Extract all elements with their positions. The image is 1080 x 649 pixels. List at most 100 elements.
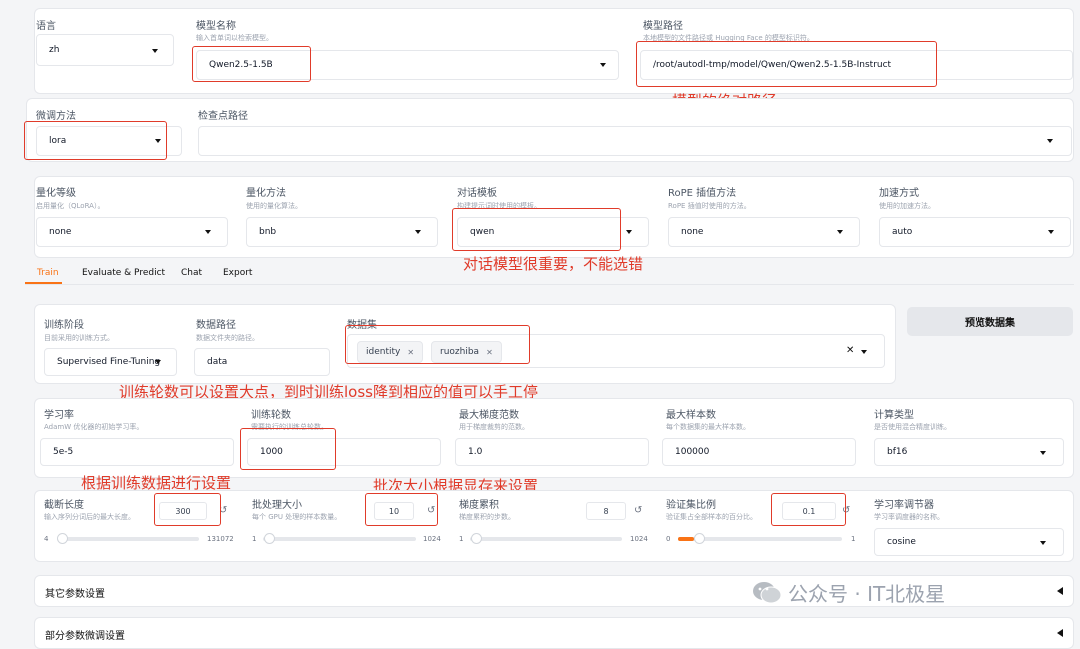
accordion-freeze-settings[interactable]: 部分参数微调设置 — [34, 617, 1074, 649]
highlight-model-name — [192, 46, 311, 82]
compute-type-label: 计算类型 — [874, 410, 914, 421]
val-size-label: 验证集比例 — [666, 500, 716, 511]
grad-accum-min: 1 — [459, 535, 464, 543]
max-samples-input[interactable]: 100000 — [662, 438, 856, 466]
lr-scheduler-select[interactable]: cosine — [874, 528, 1064, 556]
compute-type-select[interactable]: bf16 — [874, 438, 1064, 466]
lr-scheduler-label: 学习率调节器 — [874, 500, 934, 511]
quant-method-value: bnb — [259, 227, 277, 237]
highlight-template — [452, 208, 621, 251]
data-dir-input[interactable]: data — [194, 348, 330, 376]
quant-select[interactable]: none — [36, 217, 228, 247]
cutoff-label: 截断长度 — [44, 500, 84, 511]
stage-value: Supervised Fine-Tuning — [57, 357, 161, 367]
stage-hint: 目前采用的训练方式。 — [44, 334, 114, 342]
highlight-epochs — [240, 428, 336, 470]
data-dir-label: 数据路径 — [196, 320, 236, 331]
chevron-down-icon — [155, 360, 161, 364]
wechat-icon — [753, 581, 782, 603]
rope-select[interactable]: none — [668, 217, 860, 247]
max-samples-value: 100000 — [675, 447, 710, 457]
preview-dataset-button[interactable]: 预览数据集 — [907, 307, 1073, 336]
preview-dataset-label: 预览数据集 — [965, 318, 1015, 329]
rope-value: none — [681, 227, 704, 237]
checkpoint-path-select[interactable] — [198, 126, 1072, 156]
accordion-title: 部分参数微调设置 — [45, 631, 125, 642]
max-samples-label: 最大样本数 — [666, 410, 716, 421]
learning-rate-input[interactable]: 5e-5 — [40, 438, 234, 466]
grad-accum-number-input[interactable]: 8 — [586, 502, 626, 520]
accel-value: auto — [892, 227, 913, 237]
quant-method-select[interactable]: bnb — [246, 217, 438, 247]
lr-hint: AdamW 优化器的初始学习率。 — [44, 423, 144, 431]
grad-accum-hint: 梯度累积的步数。 — [459, 513, 515, 521]
val-size-hint: 验证集占全部样本的百分比。 — [666, 513, 757, 521]
chevron-down-icon — [626, 230, 632, 234]
watermark: 公众号 · IT北极星 — [752, 578, 945, 607]
cutoff-hint: 输入序列分词后的最大长度。 — [44, 513, 135, 521]
quant-label: 量化等级 — [36, 188, 76, 199]
tab-train[interactable]: Train — [37, 268, 59, 278]
quant-hint: 启用量化（QLoRA）。 — [36, 202, 105, 210]
highlight-model-path — [636, 41, 937, 87]
grad-norm-label: 最大梯度范数 — [459, 410, 519, 421]
cutoff-slider[interactable] — [57, 537, 199, 541]
lr-label: 学习率 — [44, 410, 74, 421]
accel-select[interactable]: auto — [879, 217, 1071, 247]
chevron-down-icon — [1040, 451, 1046, 455]
language-value: zh — [49, 45, 60, 55]
accordion-title: 其它参数设置 — [45, 589, 105, 600]
grad-accum-slider[interactable] — [470, 537, 622, 541]
chevron-down-icon — [1048, 230, 1054, 234]
tab-evaluate[interactable]: Evaluate & Predict — [82, 268, 165, 278]
cutoff-max: 131072 — [207, 535, 234, 543]
highlight-batch — [365, 493, 438, 526]
chevron-down-icon — [152, 49, 158, 53]
grad-norm-input[interactable]: 1.0 — [455, 438, 649, 466]
compute-type-value: bf16 — [887, 447, 908, 457]
annotation-template: 对话模型很重要，不能选错 — [463, 255, 644, 273]
highlight-finetune-method — [24, 121, 167, 160]
model-name-label: 模型名称 — [196, 21, 236, 32]
lr-scheduler-hint: 学习率调度器的名称。 — [874, 513, 944, 521]
data-dir-value: data — [207, 357, 228, 367]
language-label: 语言 — [36, 21, 56, 32]
accel-label: 加速方式 — [879, 188, 919, 199]
model-name-hint: 输入首单词以检索模型。 — [196, 34, 273, 42]
lr-scheduler-value: cosine — [887, 537, 916, 547]
checkpoint-path-label: 检查点路径 — [198, 111, 248, 122]
chevron-down-icon — [1047, 139, 1053, 143]
val-size-max: 1 — [851, 535, 856, 543]
chevron-down-icon — [600, 63, 606, 67]
reset-icon[interactable]: ↺ — [634, 505, 642, 516]
template-label: 对话模板 — [457, 188, 497, 199]
quant-value: none — [49, 227, 72, 237]
chevron-down-icon — [205, 230, 211, 234]
val-size-slider-fill — [678, 537, 695, 541]
batch-size-label: 批处理大小 — [252, 500, 302, 511]
batch-size-slider[interactable] — [263, 537, 416, 541]
grad-accum-max: 1024 — [630, 535, 648, 543]
tab-export[interactable]: Export — [223, 268, 252, 278]
max-samples-hint: 每个数据集的最大样本数。 — [666, 423, 750, 431]
clear-all-icon[interactable]: ✕ — [846, 345, 854, 356]
compute-type-hint: 是否使用混合精度训练。 — [874, 423, 951, 431]
chevron-down-icon — [1040, 541, 1046, 545]
chevron-down-icon — [837, 230, 843, 234]
chevron-down-icon[interactable] — [861, 350, 867, 354]
batch-size-hint: 每个 GPU 处理的样本数量。 — [252, 513, 342, 521]
watermark-text: 公众号 · IT北极星 — [788, 582, 946, 606]
tab-chat[interactable]: Chat — [181, 268, 202, 278]
grad-norm-hint: 用于梯度裁剪的范数。 — [459, 423, 529, 431]
val-size-min: 0 — [666, 535, 671, 543]
finetune-method-label: 微调方法 — [36, 111, 76, 122]
expand-icon — [1057, 587, 1063, 595]
grad-accum-slider-knob[interactable] — [471, 533, 483, 544]
highlight-cutoff — [154, 493, 221, 526]
accel-hint: 使用的加速方法。 — [879, 202, 935, 210]
grad-accum-value: 8 — [603, 506, 609, 516]
highlight-val-size — [771, 493, 846, 526]
cutoff-min: 4 — [44, 535, 49, 543]
highlight-dataset — [345, 325, 530, 364]
lr-value: 5e-5 — [53, 447, 74, 457]
